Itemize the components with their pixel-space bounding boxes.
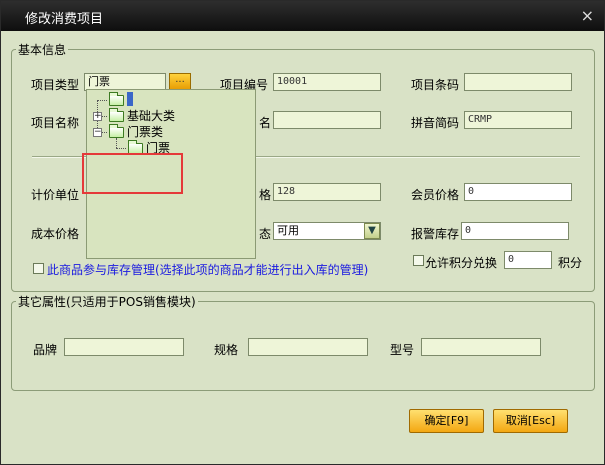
brand-input[interactable] <box>64 338 184 356</box>
collapse-icon[interactable]: − <box>93 128 102 137</box>
dialog-client: 基本信息 项目类型 门票 ... 项目编号 10001 项目条码 项目名称 名 … <box>4 31 601 463</box>
spec-label: 规格 <box>214 343 239 357</box>
folder-icon <box>109 92 124 106</box>
tree-connector <box>116 138 117 148</box>
folder-icon <box>109 124 124 138</box>
folder-icon <box>109 108 124 122</box>
cost-price-label: 成本价格 <box>31 227 80 241</box>
unit-label: 计价单位 <box>31 188 80 202</box>
cancel-button[interactable]: 取消[Esc] <box>493 409 568 433</box>
points-unit: 积分 <box>558 256 583 270</box>
brand-label: 品牌 <box>33 343 58 357</box>
highlight-box <box>82 153 183 194</box>
tree-connector <box>102 132 107 133</box>
item-code-input[interactable]: 10001 <box>273 73 381 91</box>
tree-root-node[interactable] <box>127 92 133 108</box>
expand-icon[interactable]: + <box>93 112 102 121</box>
tree-connector <box>116 148 126 149</box>
points-input[interactable]: 0 <box>504 251 552 269</box>
item-name-label-tail: 名 <box>259 116 272 130</box>
alert-stock-input[interactable]: 0 <box>461 222 569 240</box>
model-label: 型号 <box>390 343 415 357</box>
dialog-window: 修改消费项目 × 基本信息 项目类型 门票 ... 项目编号 10001 项目条… <box>0 0 605 465</box>
item-barcode-label: 项目条码 <box>411 78 460 92</box>
window-title: 修改消费项目 <box>25 12 104 27</box>
close-icon[interactable]: × <box>581 6 594 25</box>
points-label: 允许积分兑换 <box>425 256 498 270</box>
item-type-label: 项目类型 <box>31 78 80 92</box>
chevron-down-icon[interactable]: ▼ <box>364 223 380 239</box>
item-name-label: 项目名称 <box>31 116 80 130</box>
alert-stock-label: 报警库存 <box>411 227 460 241</box>
item-name-input[interactable] <box>273 111 381 129</box>
spec-input[interactable] <box>248 338 368 356</box>
tree-node-basic-category[interactable]: 基础大类 <box>127 108 175 124</box>
pinyin-code-label: 拼音简码 <box>411 116 460 130</box>
tree-connector <box>97 100 107 101</box>
pinyin-code-input[interactable]: CRMP <box>464 111 572 129</box>
price-label-tail: 格 <box>259 188 272 202</box>
member-price-label: 会员价格 <box>411 188 460 202</box>
other-attrs-legend: 其它属性(只适用于POS销售模块) <box>18 295 196 309</box>
title-bar: 修改消费项目 × <box>1 1 604 31</box>
points-checkbox[interactable] <box>413 255 424 266</box>
model-input[interactable] <box>421 338 541 356</box>
price-input[interactable]: 128 <box>273 183 381 201</box>
ok-button[interactable]: 确定[F9] <box>409 409 484 433</box>
tree-connector <box>102 116 107 117</box>
stock-manage-label: 此商品参与库存管理(选择此项的商品才能进行出入库的管理) <box>47 263 369 277</box>
stock-manage-checkbox[interactable] <box>33 263 44 274</box>
status-label-tail: 态 <box>259 227 272 241</box>
member-price-input[interactable]: 0 <box>464 183 572 201</box>
tree-node-ticket-category[interactable]: 门票类 <box>127 124 163 140</box>
basic-info-legend: 基本信息 <box>18 43 67 57</box>
item-barcode-input[interactable] <box>464 73 572 91</box>
